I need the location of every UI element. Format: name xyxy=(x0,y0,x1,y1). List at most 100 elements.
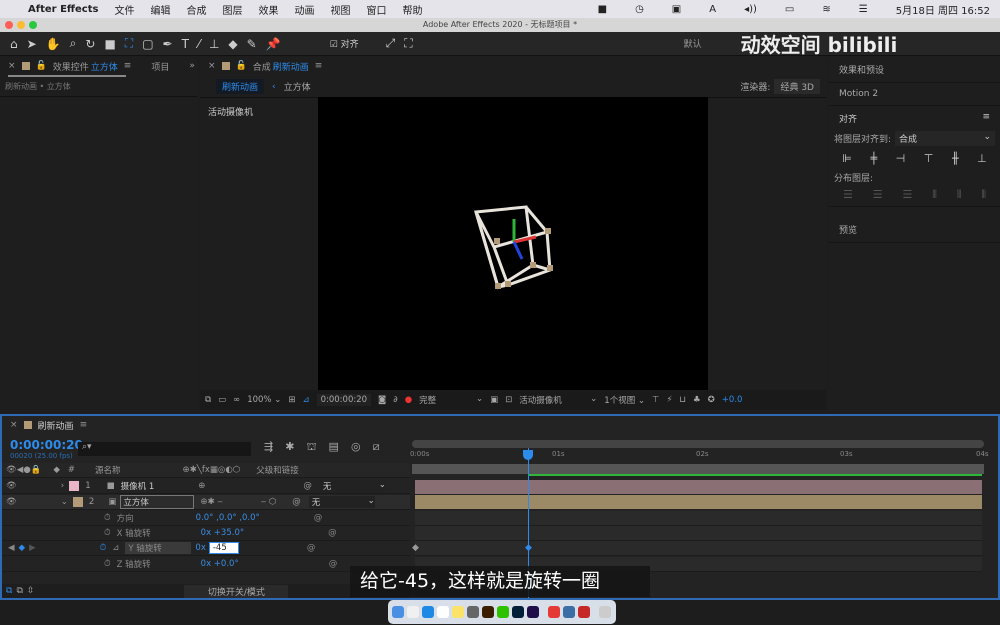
layer-row-cube[interactable]: 👁 ⌄ 2 ▣ 立方体 ⊕✱ ‒ ‒ ⬡ @ 无 ⌄ xyxy=(2,495,410,510)
lock-icon[interactable]: 🔓 xyxy=(36,61,47,71)
align-top-icon[interactable]: ⊤ xyxy=(924,152,934,165)
time-ruler[interactable]: 0:00s 01s 02s 03s 04s xyxy=(410,450,990,462)
lock-icon[interactable]: 🔓 xyxy=(236,61,247,71)
property-x-rotation[interactable]: ⏱ X 轴旋转 0x +35.0° @ xyxy=(2,526,410,541)
next-keyframe-icon[interactable]: ▶ xyxy=(29,543,36,553)
menu-layer[interactable]: 图层 xyxy=(222,2,242,17)
stopwatch-icon[interactable]: ⏱ xyxy=(104,528,111,538)
composition-tab[interactable]: × 🔓 合成 刷新动画 ≡ xyxy=(200,57,826,75)
menu-composition[interactable]: 合成 xyxy=(186,2,206,17)
comp-flowchart-icon[interactable]: ⇶ xyxy=(264,440,273,455)
add-keyframe-icon[interactable]: ◆ xyxy=(19,543,26,553)
clock-icon[interactable]: ◷ xyxy=(635,4,644,15)
composition-viewer[interactable] xyxy=(318,97,708,390)
layer-search-input[interactable]: ⌕▾ xyxy=(78,442,251,456)
panel-menu-icon[interactable]: ≡ xyxy=(982,112,990,122)
close-window-button[interactable] xyxy=(5,21,13,29)
breadcrumb-back-icon[interactable]: ‹ xyxy=(272,82,276,92)
property-z-rotation[interactable]: ⏱ Z 轴旋转 0x +0.0° @ xyxy=(2,557,410,572)
pen-tool-icon[interactable]: ✒ xyxy=(163,37,173,51)
y-rotation-input[interactable]: -45 xyxy=(208,542,239,554)
minimize-window-button[interactable] xyxy=(17,21,25,29)
roi-icon[interactable]: ▣ xyxy=(490,395,498,405)
timeline-icon[interactable]: ⊔ xyxy=(679,395,686,405)
home-icon[interactable]: ⌂ xyxy=(10,37,18,51)
after-effects-icon[interactable] xyxy=(527,606,539,618)
clone-stamp-tool-icon[interactable]: ⊥ xyxy=(209,37,219,51)
puppet-tool-icon[interactable]: 📌 xyxy=(266,37,281,51)
align-checkbox[interactable]: ☑ 对齐 xyxy=(330,37,359,50)
property-value[interactable]: 0x +35.0° xyxy=(201,528,244,538)
hand-tool-icon[interactable]: ✋ xyxy=(46,37,61,51)
notes-icon[interactable] xyxy=(452,606,464,618)
monitor-icon[interactable]: ▭ xyxy=(218,395,226,405)
finder-icon[interactable] xyxy=(392,606,404,618)
photoshop-icon[interactable] xyxy=(512,606,524,618)
zoom-window-button[interactable] xyxy=(29,21,37,29)
align-left-icon[interactable]: ⊫ xyxy=(842,152,852,165)
align-right-icon[interactable]: ⊣ xyxy=(896,152,906,165)
preview-panel[interactable]: 预览 xyxy=(829,217,1000,243)
breadcrumb-comp[interactable]: 刷新动画 xyxy=(216,79,265,94)
always-preview-icon[interactable]: ⧉ xyxy=(205,395,211,405)
distribute-hcenter-icon[interactable]: ⫴ xyxy=(957,188,962,202)
expression-pickwhip-icon[interactable]: @ xyxy=(307,543,316,553)
chrome-icon[interactable] xyxy=(548,606,560,618)
collapse-arrow-icon[interactable]: ⌄ xyxy=(61,497,68,507)
brush-tool-icon[interactable]: ⁄ xyxy=(198,37,200,51)
column-source-name[interactable]: 源名称 xyxy=(95,464,121,476)
photo-icon[interactable]: ▣ xyxy=(672,4,681,15)
toggle-switches-modes-button[interactable]: 切换开关/模式 xyxy=(184,584,289,598)
3d-layer-icon[interactable]: ‒ ⬡ xyxy=(261,497,277,507)
camera-status-icon[interactable]: ■ xyxy=(598,4,607,15)
expression-pickwhip-icon[interactable]: @ xyxy=(329,559,338,569)
revolutions-value[interactable]: 0x xyxy=(195,543,205,553)
menu-app[interactable]: After Effects xyxy=(28,4,98,15)
safari-icon[interactable] xyxy=(422,606,434,618)
snapshot-icon[interactable]: ◙ xyxy=(378,395,386,405)
property-y-rotation[interactable]: ◀ ◆ ▶ ⏱ ⊿ Y 轴旋转 0x -45 @ xyxy=(2,541,410,556)
expand-arrow-icon[interactable]: › xyxy=(61,481,64,491)
camera-layer-bar[interactable] xyxy=(415,480,982,494)
snap-grid-icon[interactable]: ⛶ xyxy=(404,36,412,51)
distribute-bottom-icon[interactable]: ☰ xyxy=(903,188,913,202)
layer-label-color[interactable] xyxy=(69,481,80,491)
breadcrumb-child[interactable]: 立方体 xyxy=(284,80,311,93)
current-time[interactable]: 0:00:00:20 xyxy=(10,438,83,452)
cube-wireframe[interactable] xyxy=(318,97,708,390)
resolution-select[interactable]: 完整 ⌄ xyxy=(419,394,483,406)
layer-label-color[interactable] xyxy=(72,497,83,507)
region-icon[interactable]: ⊿ xyxy=(302,395,309,405)
graph-editor-icon[interactable]: ⧄ xyxy=(373,440,380,455)
snap-icon[interactable]: ⤢ xyxy=(386,36,396,51)
menu-file[interactable]: 文件 xyxy=(114,2,134,17)
mask-icon[interactable]: ∞ xyxy=(233,395,240,405)
visibility-icon[interactable]: 👁 xyxy=(6,481,17,491)
datetime[interactable]: 5月18日 周四 16:52 xyxy=(896,2,990,17)
layer-switches-toggle-icon[interactable]: ⧉ xyxy=(6,586,12,596)
exposure-icon[interactable]: ✪ xyxy=(708,395,715,405)
distribute-right-icon[interactable]: ⫴ xyxy=(981,188,986,202)
fast-preview-icon[interactable]: ⚡ xyxy=(666,395,672,405)
zoom-tool-icon[interactable]: ⌕ xyxy=(70,36,77,51)
motion-blur-icon[interactable]: ◎ xyxy=(351,440,361,455)
align-vcenter-icon[interactable]: ╫ xyxy=(952,152,959,165)
property-value[interactable]: 0x +0.0° xyxy=(201,559,239,569)
expression-pickwhip-icon[interactable]: @ xyxy=(314,513,323,523)
distribute-vcenter-icon[interactable]: ☰ xyxy=(873,188,883,202)
layer-switches[interactable]: ⊕✱ ‒ xyxy=(200,497,222,507)
project-tab[interactable]: 项目 xyxy=(151,60,169,73)
settings-icon[interactable] xyxy=(467,606,479,618)
effects-presets-panel[interactable]: 效果和预设 xyxy=(829,57,1000,83)
stopwatch-icon[interactable]: ⏱ xyxy=(104,513,111,523)
transfer-controls-icon[interactable]: ⧉ xyxy=(16,586,22,596)
column-parent[interactable]: 父级和链接 xyxy=(256,464,299,476)
pan-behind-tool-icon[interactable]: ⛶ xyxy=(125,36,133,51)
wechat-icon[interactable] xyxy=(497,606,509,618)
prev-keyframe-icon[interactable]: ◀ xyxy=(8,543,15,553)
stopwatch-active-icon[interactable]: ⏱ xyxy=(100,543,107,553)
view-layout-select[interactable]: 1个视图 ⌄ xyxy=(604,394,645,406)
playhead-handle[interactable] xyxy=(523,450,533,460)
close-tab-icon[interactable]: × xyxy=(10,420,18,430)
graph-icon[interactable]: ⊿ xyxy=(112,543,119,553)
